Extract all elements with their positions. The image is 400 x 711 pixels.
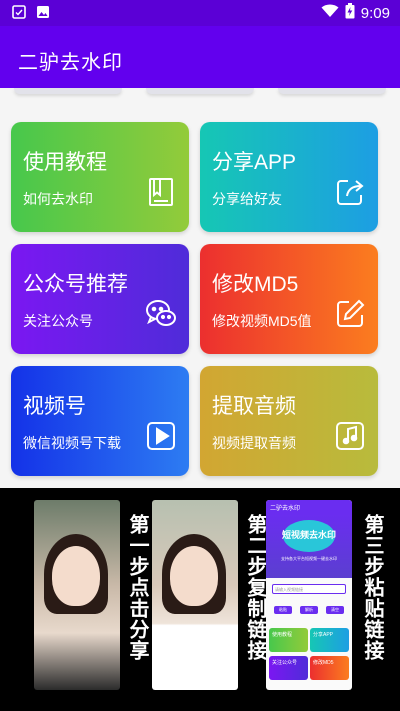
portrait-face	[170, 546, 218, 606]
partial-card	[146, 88, 254, 94]
status-time: 9:09	[360, 4, 390, 22]
step-1-label: 第一步点击分享	[126, 514, 148, 661]
mini-app-hero: 短视频去水印 支持各大平台短视频一键去水印	[266, 514, 352, 578]
portrait-face	[52, 546, 100, 606]
battery-charging-icon	[345, 3, 355, 23]
mini-app-parse-button: 解析	[300, 606, 318, 614]
channels-card[interactable]: 视频号 微信视频号下载	[11, 366, 189, 476]
modify-md5-card[interactable]: 修改MD5 修改视频MD5值	[200, 244, 378, 354]
main-content: 使用教程 如何去水印 分享APP 分享给好友 公众号推荐 关注公众号 修改MD5…	[0, 88, 400, 488]
tutorial-banner[interactable]: 第一步点击分享 第二步复制链接 二驴去水印 短视频去水印 支持各大平台短视频一键…	[0, 488, 400, 711]
extract-audio-card[interactable]: 提取音频 视频提取音频	[200, 366, 378, 476]
app-title: 二驴去水印	[18, 52, 123, 74]
mini-app-title: 二驴去水印	[266, 500, 352, 514]
image-icon	[36, 5, 50, 24]
wechat-icon	[145, 298, 177, 330]
screenshot-step-2	[152, 500, 238, 690]
mini-app-paste-button: 粘贴	[274, 606, 292, 614]
mini-app-card: 修改MD5	[310, 656, 349, 680]
step-3-label: 第三步粘贴链接	[361, 514, 383, 661]
wechat-account-card[interactable]: 公众号推荐 关注公众号	[11, 244, 189, 354]
screenshot-step-3: 二驴去水印 短视频去水印 支持各大平台短视频一键去水印 请输入视频链接 粘贴 解…	[266, 500, 352, 690]
mini-app-input: 请输入视频链接	[272, 584, 346, 594]
mini-app-clear-button: 清空	[326, 606, 344, 614]
screenshot-step-1	[34, 500, 120, 690]
card-subtitle: 微信视频号下载	[23, 435, 121, 451]
wifi-icon	[321, 4, 339, 22]
share-app-card[interactable]: 分享APP 分享给好友	[200, 122, 378, 232]
mini-app-hero-title: 短视频去水印	[281, 530, 336, 540]
step-2-label: 第二步复制链接	[244, 514, 266, 661]
partial-card	[14, 88, 122, 94]
status-bar: 9:09	[0, 0, 400, 26]
tutorial-card[interactable]: 使用教程 如何去水印	[11, 122, 189, 232]
mini-app-hero-subtitle: 支持各大平台短视频一键去水印	[281, 556, 337, 561]
play-icon	[145, 420, 177, 452]
notification-icon	[12, 5, 26, 24]
book-icon	[145, 176, 177, 208]
card-title: 视频号	[23, 395, 86, 418]
music-note-icon	[334, 420, 366, 452]
card-subtitle: 修改视频MD5值	[212, 313, 312, 329]
partial-card	[278, 88, 386, 94]
share-icon	[334, 176, 366, 208]
card-subtitle: 分享给好友	[212, 191, 282, 207]
app-bar: 二驴去水印	[0, 26, 400, 88]
card-title: 修改MD5	[212, 273, 299, 296]
card-title: 公众号推荐	[23, 273, 128, 296]
card-subtitle: 如何去水印	[23, 191, 93, 207]
card-subtitle: 视频提取音频	[212, 435, 296, 451]
card-subtitle: 关注公众号	[23, 313, 93, 329]
mini-app-card: 关注公众号	[269, 656, 308, 680]
card-title: 使用教程	[23, 151, 107, 174]
mini-app-card: 使用教程	[269, 628, 308, 652]
edit-icon	[334, 298, 366, 330]
card-title: 分享APP	[212, 151, 297, 174]
card-title: 提取音频	[212, 395, 296, 418]
mini-app-card: 分享APP	[310, 628, 349, 652]
